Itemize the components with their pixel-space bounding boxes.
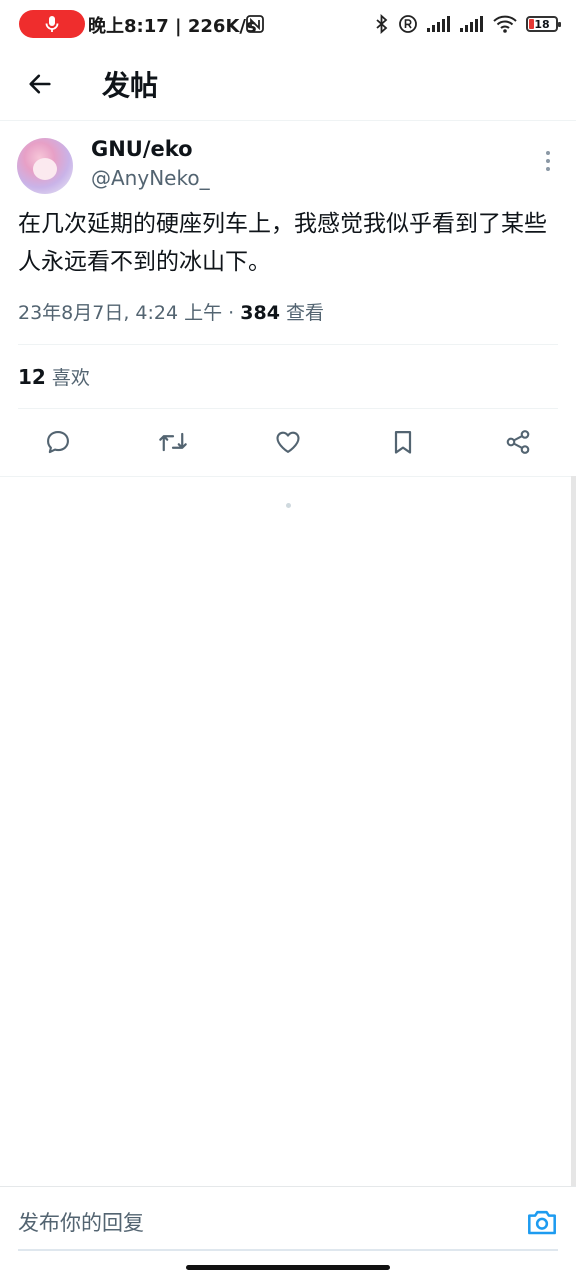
avatar-face-shape [33,158,57,180]
page-title: 发帖 [102,69,159,102]
likes-count: 12 [18,365,46,389]
bookmark-icon [394,430,412,454]
back-button[interactable] [22,66,58,102]
post-meta: 23年8月7日, 4:24 上午 · 384 查看 [18,298,324,325]
nfc-icon [246,15,264,33]
reply-icon [47,431,69,454]
bookmark-button[interactable] [379,418,427,466]
share-button[interactable] [494,418,542,466]
recording-indicator[interactable] [19,10,85,38]
more-options-icon[interactable] [538,149,558,173]
registered-icon [399,15,417,33]
status-bar: 晚上8:17 | 226K/s 18 [0,0,576,50]
like-button[interactable] [264,418,312,466]
share-icon [506,430,530,454]
reply-input-underline [18,1249,558,1251]
post-text: 在几次延期的硬座列车上，我感觉我似乎看到了某些人永远看不到的冰山下。 [18,211,547,275]
arrow-left-icon [29,74,51,94]
scrollbar[interactable] [571,476,576,1186]
top-app-bar: 发帖 [0,50,576,121]
reply-input[interactable]: 发布你的回复 [18,1207,144,1237]
loading-indicator [286,503,291,508]
home-indicator[interactable] [186,1265,390,1270]
like-icon [276,431,300,453]
reply-button[interactable] [34,418,82,466]
retweet-button[interactable] [149,418,197,466]
post-date[interactable]: 23年8月7日, 4:24 上午 · [18,302,240,324]
battery-level: 18 [534,17,550,31]
signal-icon [427,16,450,32]
divider [18,408,558,409]
status-time-speed: 晚上8:17 | 226K/s [88,16,257,37]
avatar[interactable] [17,138,73,194]
retweet-icon [159,432,187,452]
likes-summary[interactable]: 12 喜欢 [18,363,90,390]
bluetooth-icon [376,14,388,34]
views-count: 384 [240,302,280,324]
wifi-icon [493,15,517,33]
battery-icon: 18 [526,16,561,32]
views-label: 查看 [279,302,324,324]
author-handle[interactable]: @AnyNeko_ [91,166,210,190]
signal-icon [460,16,483,32]
post-actions [0,418,576,466]
divider [18,344,558,345]
camera-icon[interactable] [525,1207,559,1237]
divider [0,476,576,477]
mic-icon [45,16,59,32]
likes-label: 喜欢 [45,367,90,389]
author-name[interactable]: GNU/eko [91,137,193,161]
